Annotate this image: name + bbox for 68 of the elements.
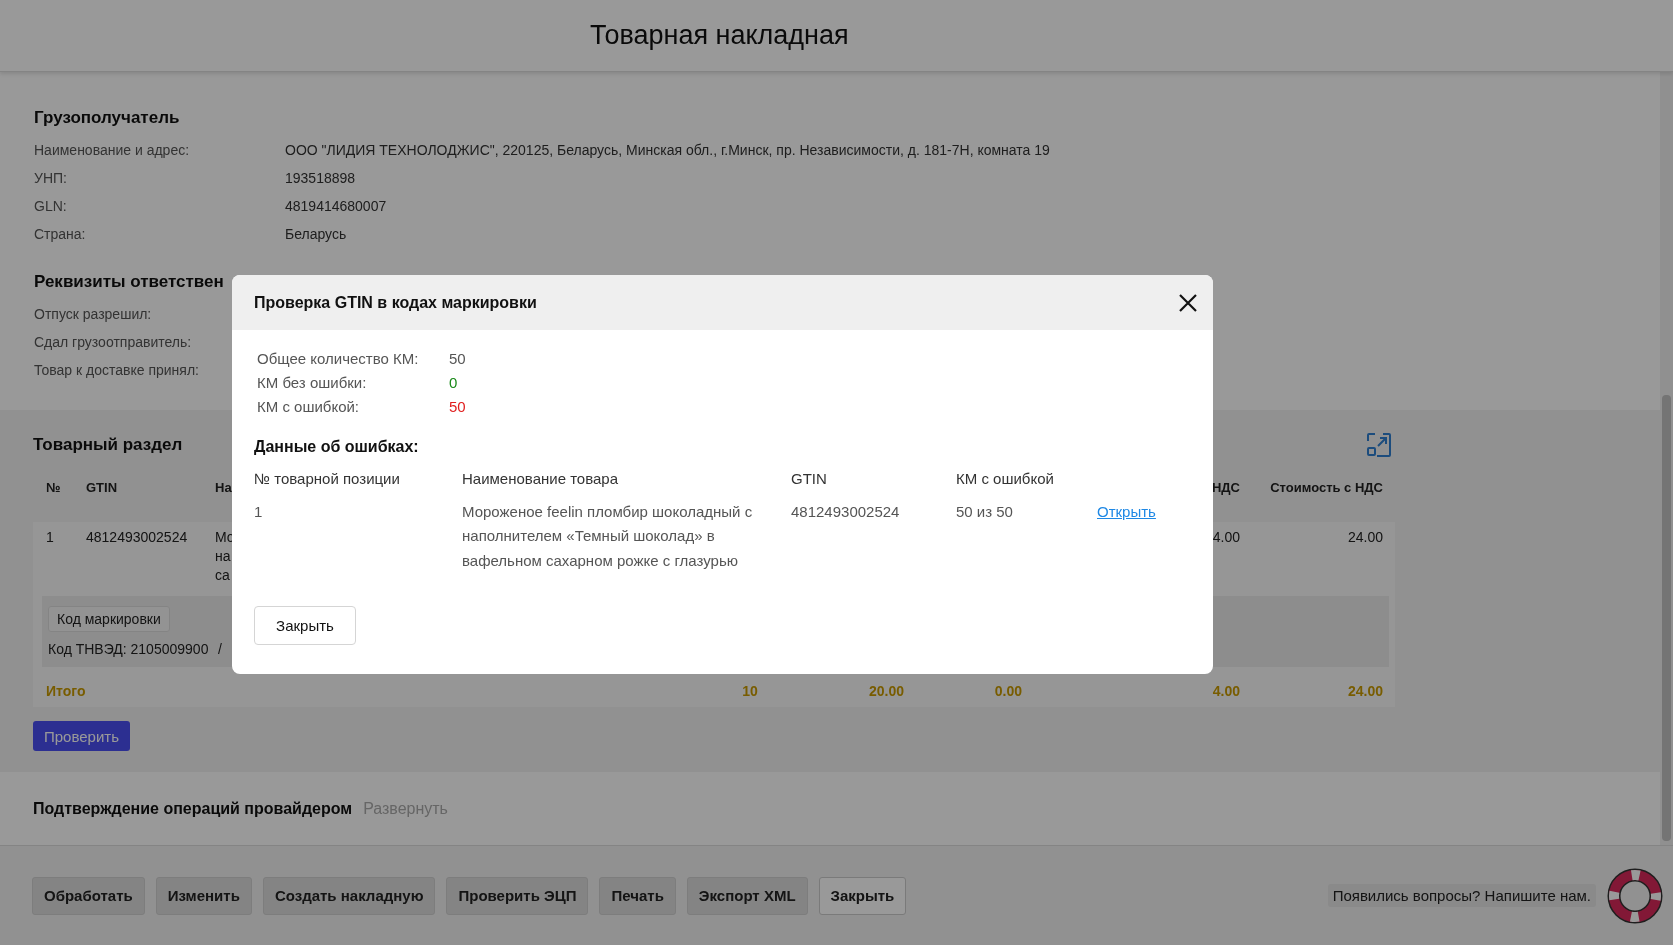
scrollbar[interactable] bbox=[1660, 72, 1673, 845]
column-header: КМ с ошибкой bbox=[956, 470, 1054, 487]
table-cell: 24.00 bbox=[1347, 529, 1383, 545]
action-button[interactable]: Изменить bbox=[155, 876, 252, 915]
support-label[interactable]: Появились вопросы? Напишите нам. bbox=[1327, 884, 1596, 907]
tnved-code: Код ТНВЭД: 2105009900 bbox=[48, 640, 210, 659]
check-button[interactable]: Проверить bbox=[33, 721, 130, 751]
totals-cell: 20.00 bbox=[868, 683, 904, 699]
table-cell: 1 bbox=[254, 502, 263, 520]
table-cell: 4.00 bbox=[1212, 529, 1240, 545]
scrollbar-thumb[interactable] bbox=[1662, 395, 1671, 841]
summary-value: 0 bbox=[449, 373, 458, 393]
section-heading: Грузополучатель bbox=[34, 107, 181, 129]
action-button[interactable]: Обработать bbox=[32, 876, 145, 915]
field-label: Отпуск разрешил: bbox=[34, 305, 152, 324]
field-label: Наименование и адрес: bbox=[34, 141, 190, 160]
close-icon[interactable] bbox=[1177, 291, 1199, 314]
summary-value: 50 bbox=[449, 349, 466, 369]
field-label: Страна: bbox=[34, 225, 86, 244]
field-label: Товар к доставке принял: bbox=[34, 361, 199, 380]
action-button[interactable]: Создать накладную bbox=[262, 876, 436, 915]
action-button[interactable]: Печать bbox=[599, 876, 676, 915]
column-header: № товарной позиции bbox=[254, 470, 400, 487]
totals-cell: 0.00 bbox=[994, 683, 1022, 699]
action-button[interactable]: Проверить ЭЦП bbox=[446, 876, 589, 915]
totals-cell: 10 bbox=[742, 683, 758, 699]
column-header: № bbox=[46, 480, 61, 495]
summary-label: КМ с ошибкой: bbox=[257, 397, 361, 417]
section-heading: Реквизиты ответствен bbox=[34, 271, 225, 293]
table-cell: на bbox=[215, 547, 231, 566]
errors-heading: Данные об ошибках: bbox=[254, 437, 420, 457]
expand-icon[interactable] bbox=[1366, 432, 1392, 458]
column-header: На bbox=[215, 480, 232, 495]
field-value: Беларусь bbox=[285, 225, 347, 244]
table-cell: 4812493002524 bbox=[86, 529, 188, 545]
table-cell: са bbox=[215, 566, 230, 585]
summary-value: 50 bbox=[449, 397, 466, 417]
close-button[interactable]: Закрыть bbox=[254, 606, 356, 645]
field-value: 4819414680007 bbox=[285, 197, 387, 216]
action-button[interactable]: Экспорт XML bbox=[686, 876, 808, 915]
field-label: Сдал грузоотправитель: bbox=[34, 333, 192, 352]
lifebuoy-icon[interactable] bbox=[1607, 867, 1663, 924]
section-heading: Товарный раздел bbox=[33, 434, 183, 456]
column-header: Наименование товара bbox=[462, 470, 619, 487]
totals-cell: 4.00 bbox=[1212, 683, 1240, 699]
table-cell-text: Мороженое feelin пломбир шоколадный с наполнителем «Темный шоколад» в вафельном сахарном рожке с глазурью bbox=[462, 501, 754, 571]
section-heading: Подтверждение операций провайдером bbox=[33, 798, 353, 819]
column-header: НДС bbox=[1211, 480, 1240, 495]
field-value: 193518898 bbox=[285, 169, 356, 188]
totals-cell: 24.00 bbox=[1347, 683, 1383, 699]
table-cell-text: 1 bbox=[46, 528, 55, 547]
table-cell: 4812493002524 bbox=[791, 502, 900, 520]
separator-text: / bbox=[218, 640, 222, 659]
summary-label: КМ без ошибки: bbox=[257, 373, 368, 393]
dialog-title: Проверка GTIN в кодах маркировки bbox=[254, 293, 537, 312]
field-label: УНП: bbox=[34, 169, 67, 188]
summary-label: Общее количество КМ: bbox=[257, 349, 420, 369]
action-button[interactable]: Закрыть bbox=[818, 876, 907, 915]
totals-label: Итого bbox=[46, 683, 86, 699]
column-header: Стоимость с НДС bbox=[1270, 480, 1383, 495]
column-header: GTIN bbox=[791, 470, 827, 487]
marking-code-button[interactable]: Код маркировки bbox=[48, 606, 170, 632]
field-label: GLN: bbox=[34, 197, 67, 216]
column-header: GTIN bbox=[86, 480, 118, 495]
field-value: ООО "ЛИДИЯ ТЕХНОЛОДЖИС", 220125, Беларусь, Минская обл., г.Минск, пр. Независимости, д. 181-7Н, комната 19 bbox=[285, 141, 1050, 160]
page-title: Товарная накладная bbox=[590, 20, 849, 51]
open-link[interactable]: Открыть bbox=[1097, 499, 1156, 573]
table-cell: 50 из 50 bbox=[956, 502, 1013, 520]
